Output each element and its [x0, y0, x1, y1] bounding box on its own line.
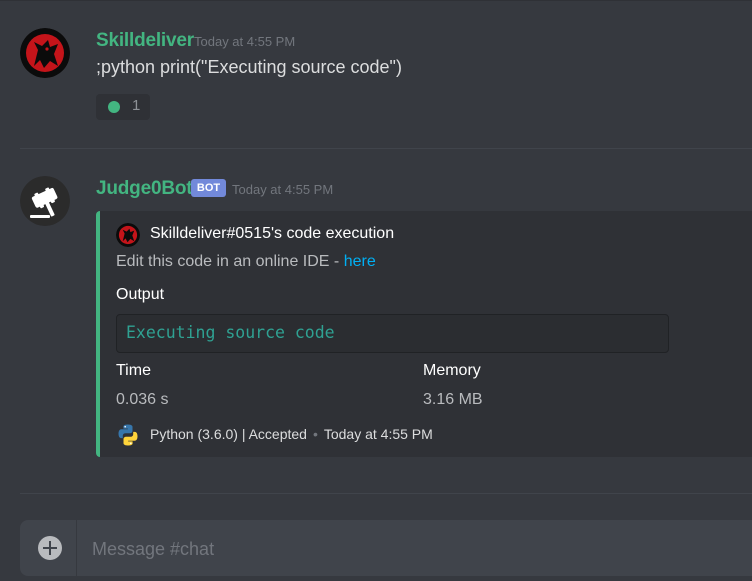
composer-separator	[76, 520, 77, 576]
footer-separator: •	[312, 426, 318, 442]
message-author[interactable]: Skilldeliver	[96, 30, 194, 52]
footer-text: Python (3.6.0) | Accepted • Today at 4:55 …	[150, 426, 433, 442]
bot-author[interactable]: Judge0Bot	[96, 178, 193, 200]
output-label: Output	[116, 286, 165, 303]
output-code: Executing source code	[126, 323, 335, 342]
output-code-block: Executing source code	[116, 314, 669, 353]
message-divider	[20, 493, 752, 494]
footer-timestamp: Today at 4:55 PM	[323, 426, 433, 442]
message-skilldeliver: Skilldeliver Today at 4:55 PM ;python pr…	[0, 0, 752, 148]
ide-link[interactable]: here	[344, 253, 376, 270]
green-circle-icon	[108, 101, 120, 113]
embed-author-name: Skilldeliver#0515's code execution	[150, 225, 395, 242]
message-composer	[20, 520, 752, 576]
memory-value: 3.16 MB	[423, 391, 483, 408]
embed-author-avatar	[116, 223, 140, 247]
embed-description: Edit this code in an online IDE - here	[116, 253, 376, 271]
memory-label: Memory	[423, 362, 481, 379]
embed-description-text: Edit this code in an online IDE -	[116, 253, 344, 270]
message-timestamp: Today at 4:55 PM	[194, 34, 296, 49]
user-avatar[interactable]	[20, 28, 70, 78]
footer-language-status: Python (3.6.0) | Accepted	[150, 426, 307, 442]
time-label: Time	[116, 362, 151, 379]
message-timestamp: Today at 4:55 PM	[232, 182, 334, 197]
python-logo-icon	[116, 423, 140, 447]
reaction-count: 1	[132, 97, 141, 114]
time-value: 0.036 s	[116, 391, 169, 408]
message-input[interactable]	[90, 534, 694, 564]
bot-badge: BOT	[191, 179, 226, 197]
code-execution-embed: Skilldeliver#0515's code execution Edit …	[96, 211, 752, 457]
reaction-button[interactable]: 1	[96, 94, 150, 120]
message-content: ;python print("Executing source code")	[96, 57, 402, 77]
plus-circle-icon[interactable]	[38, 536, 62, 560]
bot-avatar[interactable]	[20, 176, 70, 226]
